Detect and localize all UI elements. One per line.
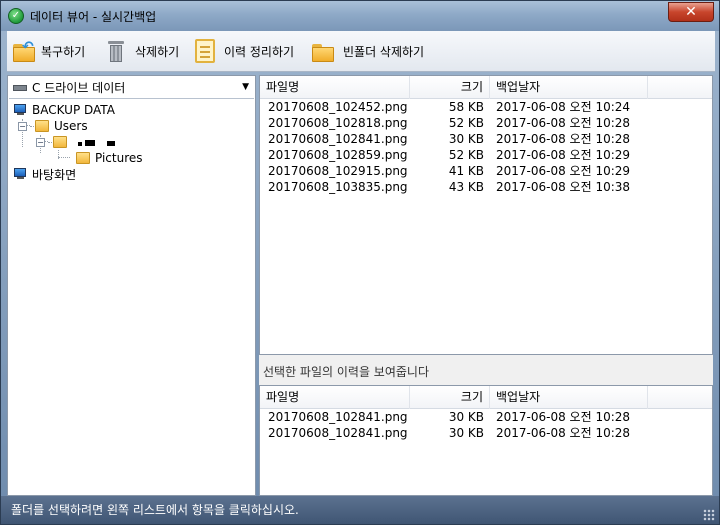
document-icon [195,39,215,63]
column-header-name[interactable]: 파일명 [260,76,410,99]
file-list-view[interactable]: 파일명 크기 백업날자 20170608_102452.png 58 KB 2017… [259,75,713,355]
file-size-cell: 30 KB [448,132,484,146]
table-row[interactable]: 20170608_102915.png 41 KB 2017-06-08 오전 10… [260,163,712,179]
folder-restore-icon: ↶ [13,39,35,62]
drive-select[interactable]: C 드라이브 데이터 ▼ [9,77,254,99]
table-row[interactable]: 20170608_102841.png 30 KB 2017-06-08 오전 10… [260,409,712,425]
table-row[interactable]: 20170608_102859.png 52 KB 2017-06-08 오전 10… [260,147,712,163]
tree-label-backup-data: BACKUP DATA [32,103,115,117]
file-name-cell: 20170608_102841.png [268,410,408,424]
file-name-cell: 20170608_103835.png [268,180,408,194]
file-size-cell: 43 KB [448,180,484,194]
backup-date-cell: 2017-06-08 오전 10:29 [496,164,631,178]
file-list-header: 파일명 크기 백업날자 [260,76,712,99]
file-name-cell: 20170608_102915.png [268,164,408,178]
app-window: ✓ 데이터 뷰어 - 실시간백업 ✕ ↶ 복구하기 삭제하기 이력 정리하기 빈… [0,0,720,525]
folder-icon [312,43,334,62]
backup-date-cell: 2017-06-08 오전 10:28 [496,116,631,130]
resize-grip-icon[interactable] [703,509,715,521]
history-list-header: 파일명 크기 백업날자 [260,386,712,409]
folder-icon [53,136,67,148]
tree-item-backup-data[interactable]: BACKUP DATA [14,102,115,118]
column-header-date[interactable]: 백업날자 [490,76,648,99]
folder-icon [35,120,49,132]
table-row[interactable]: 20170608_102452.png 58 KB 2017-06-08 오전 10… [260,99,712,115]
delete-empty-folders-button[interactable]: 빈폴더 삭제하기 [312,37,424,65]
trash-icon [107,39,125,63]
drive-select-value: C 드라이브 데이터 [32,81,126,95]
window-title: 데이터 뷰어 - 실시간백업 [30,10,157,24]
restore-label: 복구하기 [41,44,86,59]
computer-icon [14,104,28,116]
title-bar[interactable]: ✓ 데이터 뷰어 - 실시간백업 ✕ [1,1,719,31]
drive-icon [13,84,27,91]
close-button[interactable]: ✕ [668,2,714,22]
table-row[interactable]: 20170608_102841.png 30 KB 2017-06-08 오전 10… [260,131,712,147]
redacted-username [78,135,115,149]
restore-button[interactable]: ↶ 복구하기 [13,37,85,65]
status-bar: 폴더를 선택하려면 왼쪽 리스트에서 항목을 클릭하십시오. [1,496,719,524]
toolbar: ↶ 복구하기 삭제하기 이력 정리하기 빈폴더 삭제하기 [7,31,715,72]
tree-label-pictures: Pictures [95,151,143,165]
collapse-icon[interactable]: − [18,121,27,131]
delete-button[interactable]: 삭제하기 [107,37,179,65]
shield-check-icon: ✓ [8,8,24,24]
history-column-header-date[interactable]: 백업날자 [490,386,648,409]
backup-date-cell: 2017-06-08 오전 10:29 [496,148,631,162]
cleanup-history-button[interactable]: 이력 정리하기 [195,37,294,65]
backup-date-cell: 2017-06-08 오전 10:24 [496,100,631,114]
file-size-cell: 30 KB [448,426,484,440]
folder-tree-panel: C 드라이브 데이터 ▼ BACKUP DATA − Users − Pictu… [7,75,256,496]
history-column-header-name[interactable]: 파일명 [260,386,410,409]
tree-item-pictures[interactable]: Pictures [76,150,143,166]
tree-label-users: Users [54,119,88,133]
file-size-cell: 58 KB [448,100,484,114]
table-row[interactable]: 20170608_102818.png 52 KB 2017-06-08 오전 10… [260,115,712,131]
file-size-cell: 41 KB [448,164,484,178]
desktop-icon [14,168,28,180]
file-name-cell: 20170608_102818.png [268,116,408,130]
tree-label-desktop: 바탕화면 [32,167,77,182]
file-size-cell: 30 KB [448,410,484,424]
file-name-cell: 20170608_102859.png [268,148,408,162]
tree-item-desktop[interactable]: 바탕화면 [14,166,76,182]
backup-date-cell: 2017-06-08 오전 10:38 [496,180,631,194]
file-size-cell: 52 KB [448,148,484,162]
file-size-cell: 52 KB [448,116,484,130]
history-column-header-size[interactable]: 크기 [410,386,490,409]
delete-label: 삭제하기 [135,44,180,59]
table-row[interactable]: 20170608_102841.png 30 KB 2017-06-08 오전 10… [260,425,712,441]
file-name-cell: 20170608_102841.png [268,426,408,440]
collapse-icon[interactable]: − [36,137,45,147]
backup-date-cell: 2017-06-08 오전 10:28 [496,132,631,146]
column-header-size[interactable]: 크기 [410,76,490,99]
delete-empty-folders-label: 빈폴더 삭제하기 [343,44,425,59]
folder-icon [76,152,90,164]
history-caption: 선택한 파일의 이력을 보여줍니다 [263,365,430,379]
table-row[interactable]: 20170608_103835.png 43 KB 2017-06-08 오전 10… [260,179,712,195]
history-list-view[interactable]: 파일명 크기 백업날자 20170608_102841.png 30 KB 2017… [259,385,713,496]
cleanup-history-label: 이력 정리하기 [224,44,295,59]
dropdown-arrow-icon[interactable]: ▼ [242,82,249,92]
status-text: 폴더를 선택하려면 왼쪽 리스트에서 항목을 클릭하십시오. [11,503,299,517]
tree-item-users[interactable]: − Users [18,118,88,134]
backup-date-cell: 2017-06-08 오전 10:28 [496,426,631,440]
backup-date-cell: 2017-06-08 오전 10:28 [496,410,631,424]
file-name-cell: 20170608_102452.png [268,100,408,114]
tree-item-user-folder[interactable]: − [36,134,115,150]
file-name-cell: 20170608_102841.png [268,132,408,146]
